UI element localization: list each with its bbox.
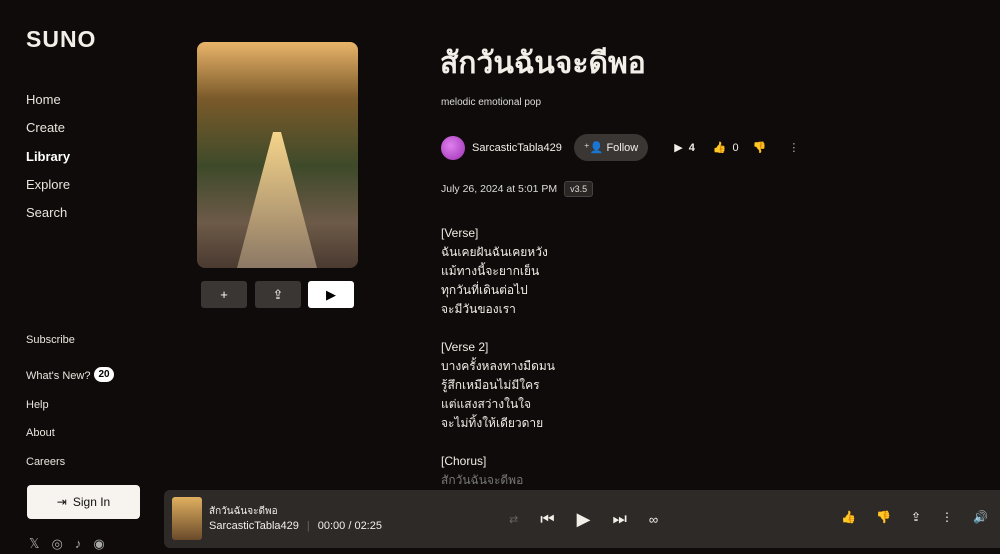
player-bar: สักวันฉันจะดีพอ SarcasticTabla429 | 00:00 … bbox=[164, 490, 1000, 548]
song-date: July 26, 2024 at 5:01 PM bbox=[441, 183, 558, 195]
thumbs-up-icon[interactable]: 👍 bbox=[841, 510, 856, 524]
careers-link[interactable]: Careers bbox=[26, 456, 114, 485]
divider: | bbox=[306, 520, 310, 532]
nav-create[interactable]: Create bbox=[26, 120, 70, 148]
add-to-playlist-button[interactable]: + bbox=[201, 281, 247, 308]
more-options-icon[interactable]: ⋮ bbox=[941, 510, 953, 524]
play-count: 4 bbox=[688, 141, 695, 154]
play-count-icon: ▶ bbox=[674, 142, 683, 154]
whats-new-link[interactable]: What's New? 20 bbox=[26, 367, 114, 399]
lyrics: [Verse] ฉันเคยฝันฉันเคยหวังแม้ทางนี้จะยาก… bbox=[441, 224, 555, 490]
x-icon[interactable]: 𝕏 bbox=[29, 536, 39, 552]
sign-in-label: Sign In bbox=[72, 495, 111, 509]
song-cover-image bbox=[197, 42, 358, 268]
play-icon[interactable]: ▶ bbox=[577, 509, 591, 530]
player-thumbnail[interactable] bbox=[172, 497, 202, 540]
sign-in-icon: ⇥ bbox=[56, 495, 67, 509]
player-time: 00:00 / 02:25 bbox=[317, 520, 382, 532]
follow-label: Follow bbox=[606, 142, 639, 154]
player-controls: ⇄ ⏮ ▶ ⏭ ∞ bbox=[509, 509, 658, 530]
lyrics-line: รู้สึกเหมือนไม่มีใคร bbox=[441, 378, 540, 392]
avatar[interactable] bbox=[441, 135, 465, 160]
volume-icon[interactable]: 🔊 bbox=[973, 510, 988, 524]
version-badge: v3.5 bbox=[564, 181, 594, 197]
lyrics-line bbox=[441, 433, 555, 452]
song-tags[interactable]: melodic emotional pop bbox=[441, 97, 541, 108]
lyrics-line: [Verse 2] bbox=[441, 340, 489, 354]
thumbs-down-icon[interactable]: 👎 bbox=[753, 141, 767, 154]
player-title[interactable]: สักวันฉันจะดีพอ bbox=[209, 504, 278, 519]
tiktok-icon[interactable]: ♪ bbox=[75, 536, 82, 552]
lyrics-line: บางครั้งหลงทางมืดมน bbox=[441, 359, 555, 373]
song-meta-row: SarcasticTabla429 ⁺👤 Follow ▶ 4 👍 0 👎 ⋮ bbox=[441, 134, 799, 161]
nav-home[interactable]: Home bbox=[26, 92, 70, 120]
nav-search[interactable]: Search bbox=[26, 205, 70, 233]
lyrics-line: ทุกวันที่เดินต่อไป bbox=[441, 283, 528, 297]
shuffle-icon[interactable]: ⇄ bbox=[509, 513, 518, 526]
instagram-icon[interactable]: ◎ bbox=[51, 536, 62, 552]
share-button[interactable]: ⇪ bbox=[255, 281, 301, 308]
sign-in-button[interactable]: ⇥ Sign In bbox=[27, 485, 140, 519]
sidebar-bottom: Subscribe What's New? 20 Help About Caree… bbox=[26, 334, 114, 484]
song-date-row: July 26, 2024 at 5:01 PM v3.5 bbox=[441, 181, 594, 197]
help-link[interactable]: Help bbox=[26, 399, 114, 428]
whats-new-badge: 20 bbox=[94, 367, 114, 382]
more-options-icon[interactable]: ⋮ bbox=[788, 141, 799, 154]
subscribe-link[interactable]: Subscribe bbox=[26, 334, 114, 370]
about-link[interactable]: About bbox=[26, 427, 114, 456]
like-count: 0 bbox=[732, 141, 739, 154]
follow-icon: ⁺👤 bbox=[583, 142, 607, 154]
lyrics-line: [Chorus] bbox=[441, 454, 487, 468]
previous-icon[interactable]: ⏮ bbox=[540, 511, 554, 529]
lyrics-line: จะมีวันของเรา bbox=[441, 302, 516, 316]
loop-icon[interactable]: ∞ bbox=[649, 512, 658, 527]
play-button[interactable]: ▶ bbox=[308, 281, 354, 308]
nav-library[interactable]: Library bbox=[26, 149, 70, 177]
lyrics-line: จะไม่ทิ้งให้เดียวดาย bbox=[441, 416, 544, 430]
thumbs-down-icon[interactable]: 👎 bbox=[876, 510, 891, 524]
lyrics-line: สักวันฉันจะดีพอ bbox=[441, 473, 524, 487]
lyrics-line bbox=[441, 319, 555, 338]
lyrics-line: แม้ทางนี้จะยากเย็น bbox=[441, 264, 540, 278]
lyrics-line: แต่แสงสว่างในใจ bbox=[441, 397, 532, 411]
social-links: 𝕏 ◎ ♪ ◉ bbox=[29, 536, 105, 552]
player-artist[interactable]: SarcasticTabla429 bbox=[209, 520, 299, 532]
lyrics-line: [Verse] bbox=[441, 226, 479, 240]
artist-name[interactable]: SarcasticTabla429 bbox=[472, 142, 562, 154]
nav-explore[interactable]: Explore bbox=[26, 177, 70, 205]
suno-logo[interactable]: SUNO bbox=[26, 26, 96, 53]
lyrics-line: ฉันเคยฝันฉันเคยหวัง bbox=[441, 245, 548, 259]
song-title: สักวันฉันจะดีพอ bbox=[440, 47, 646, 80]
follow-button[interactable]: ⁺👤 Follow bbox=[573, 134, 649, 161]
player-actions: 👍 👎 ⇪ ⋮ 🔊 bbox=[841, 510, 988, 524]
thumbs-up-icon[interactable]: 👍 bbox=[713, 141, 727, 154]
whats-new-label: What's New? bbox=[26, 370, 91, 382]
sidebar-nav: Home Create Library Explore Search bbox=[26, 92, 70, 233]
next-icon[interactable]: ⏭ bbox=[612, 511, 626, 529]
share-icon[interactable]: ⇪ bbox=[911, 510, 921, 524]
discord-icon[interactable]: ◉ bbox=[93, 536, 104, 552]
